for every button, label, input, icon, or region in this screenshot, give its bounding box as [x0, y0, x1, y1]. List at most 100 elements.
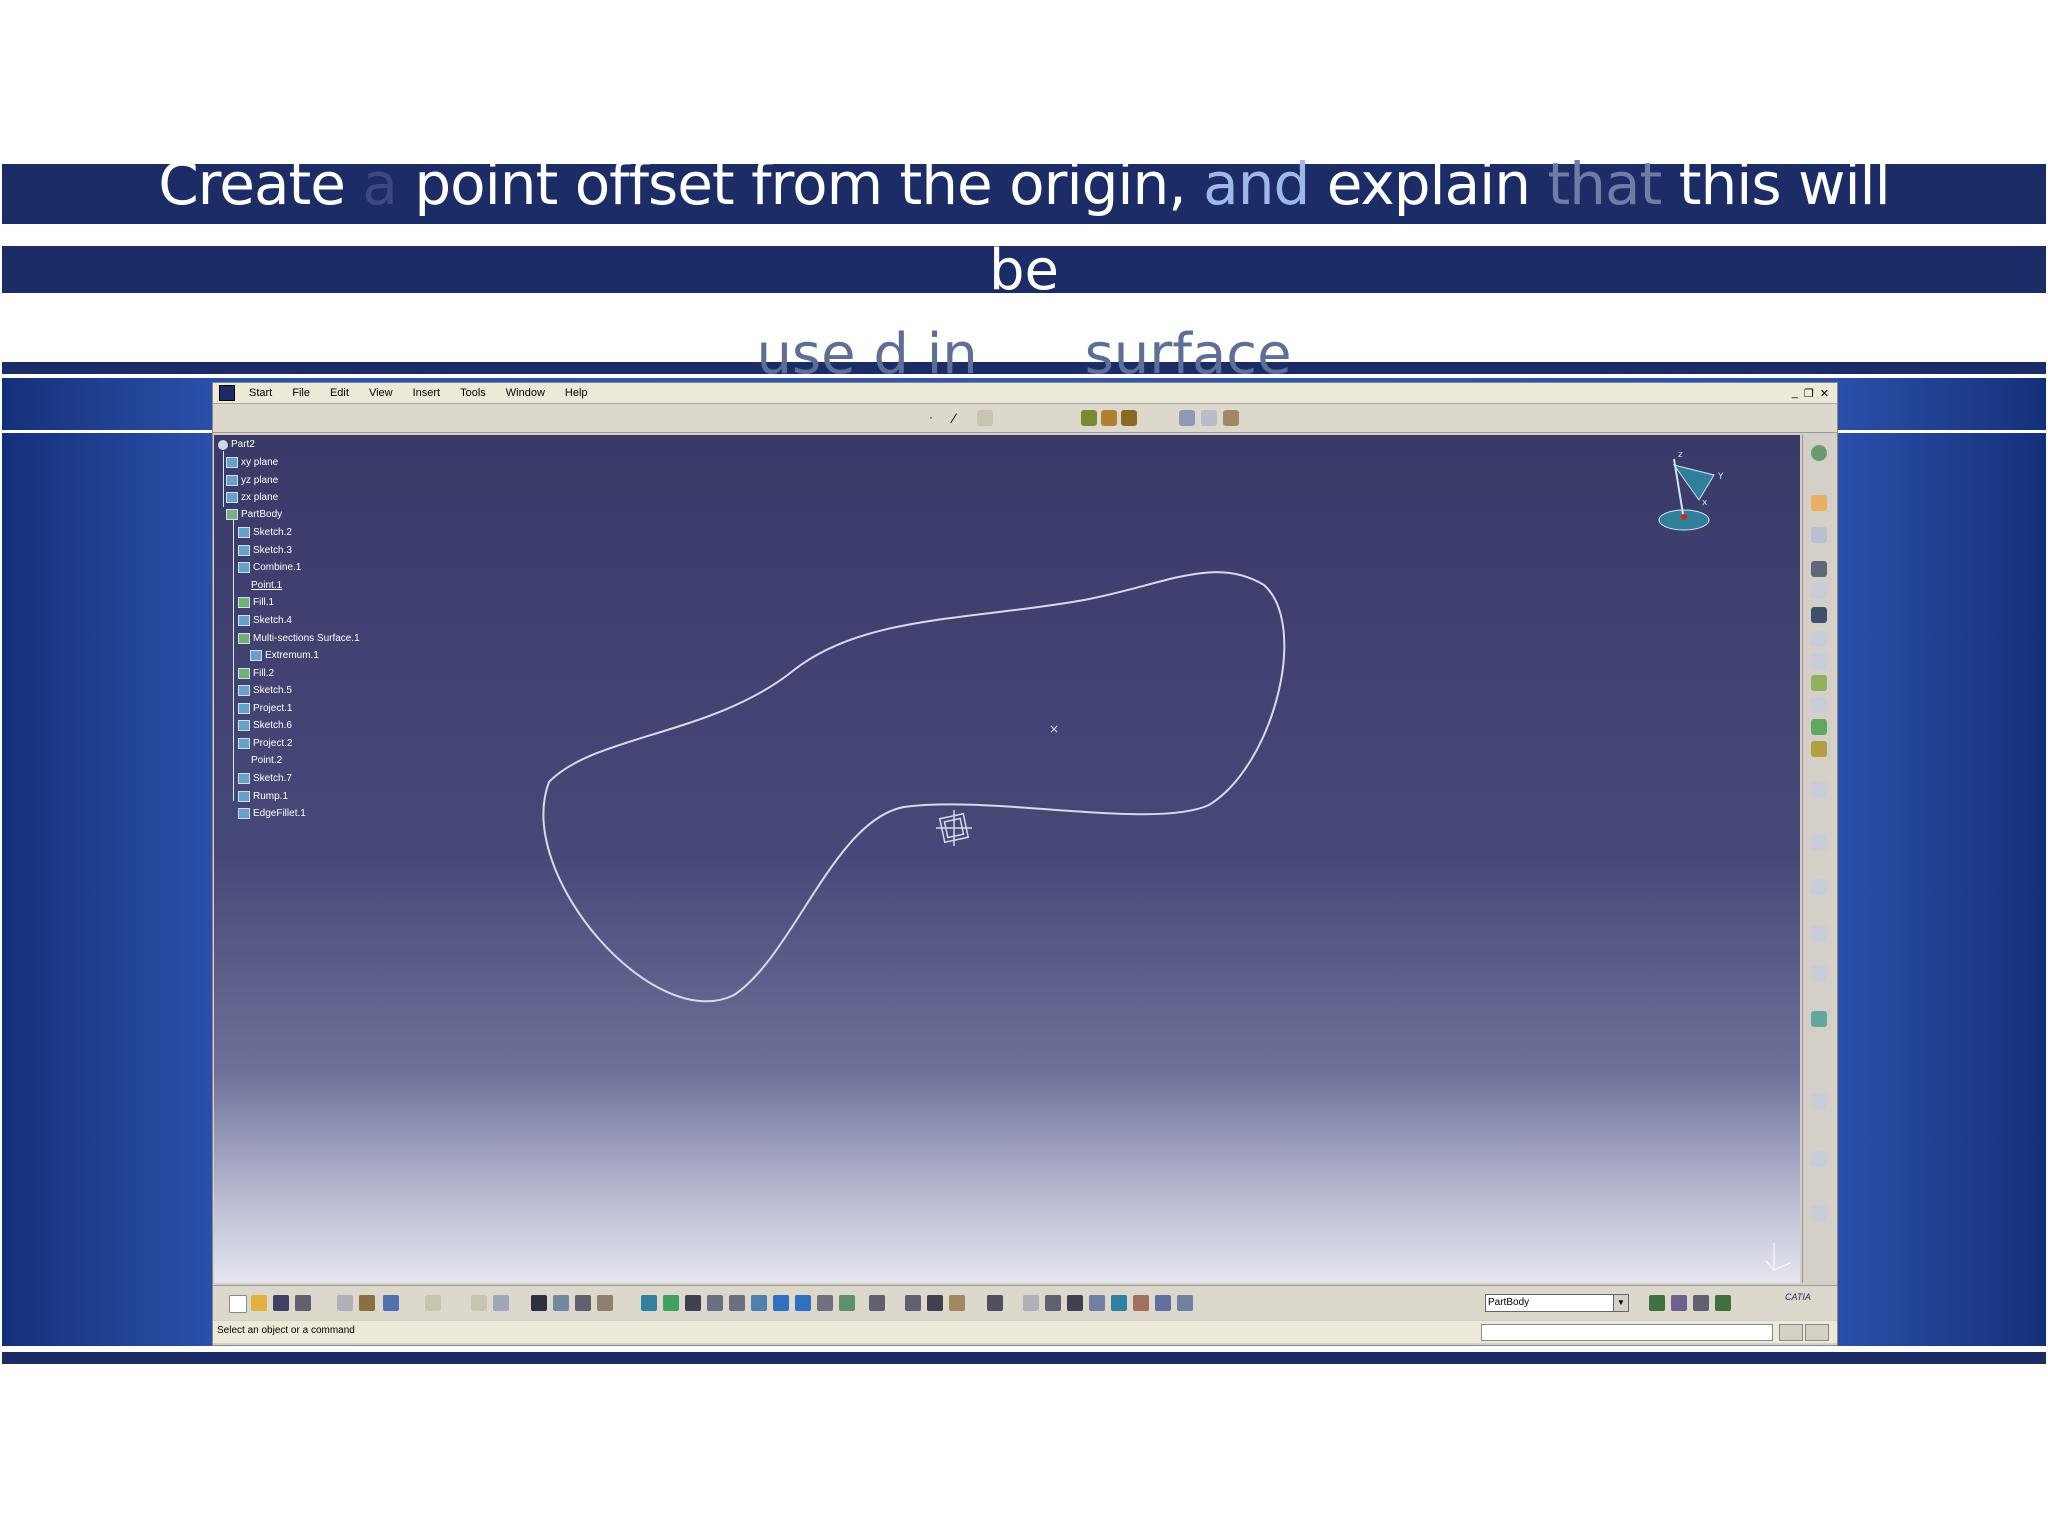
chamfer-tool-icon[interactable]: [1811, 741, 1827, 757]
pad-icon[interactable]: [1081, 410, 1097, 426]
snapshot-icon[interactable]: [987, 1295, 1003, 1311]
scan-icon[interactable]: [1045, 1295, 1061, 1311]
pocket-tool-icon[interactable]: [1811, 527, 1827, 543]
3d-axis-icon[interactable]: [1067, 1295, 1083, 1311]
normal-view-icon[interactable]: [751, 1295, 767, 1311]
menu-start[interactable]: Start: [249, 387, 272, 399]
swap-space-icon[interactable]: [839, 1295, 855, 1311]
drafting-icon[interactable]: [1715, 1295, 1731, 1311]
new-icon[interactable]: [229, 1295, 247, 1313]
boolean-tool-icon[interactable]: [1811, 1151, 1827, 1167]
menu-edit[interactable]: Edit: [330, 387, 349, 399]
sketch-icon[interactable]: [1179, 410, 1195, 426]
slot-tool-icon[interactable]: [1811, 653, 1827, 669]
part-design-icon[interactable]: [1671, 1295, 1687, 1311]
fit-all-icon[interactable]: [641, 1295, 657, 1311]
offset-point-icon[interactable]: ×: [1049, 722, 1059, 736]
undo-icon[interactable]: [383, 1295, 399, 1311]
assembly-icon[interactable]: [1693, 1295, 1709, 1311]
save-icon[interactable]: [273, 1295, 289, 1311]
analysis-icon[interactable]: [553, 1295, 569, 1311]
body-icon[interactable]: [1155, 1295, 1171, 1311]
top-toolbar: · ⁄: [213, 404, 1837, 433]
workbench-combo[interactable]: PartBody ▼: [1485, 1294, 1629, 1312]
hole-tool-icon[interactable]: [1811, 607, 1827, 623]
menu-tools[interactable]: Tools: [460, 387, 486, 399]
catalog-icon[interactable]: [531, 1295, 547, 1311]
point-icon[interactable]: ·: [929, 410, 945, 426]
restore-icon[interactable]: ❐: [1804, 387, 1814, 400]
help-icon[interactable]: [425, 1295, 441, 1311]
measure-icon[interactable]: [1223, 410, 1239, 426]
draft-tool-icon[interactable]: [1811, 781, 1827, 797]
publication-icon[interactable]: [1023, 1295, 1039, 1311]
sketch-curve[interactable]: ×: [214, 435, 1800, 1283]
title-word: point offset from the origin,: [414, 150, 1186, 218]
rotate-icon[interactable]: [685, 1295, 701, 1311]
sketcher-icon[interactable]: [1811, 445, 1827, 461]
menu-help[interactable]: Help: [565, 387, 588, 399]
menu-insert[interactable]: Insert: [413, 387, 441, 399]
pattern-tool-icon[interactable]: [1811, 965, 1827, 981]
close-icon[interactable]: ✕: [1820, 387, 1829, 400]
cut-icon[interactable]: [337, 1295, 353, 1311]
3d-viewport[interactable]: Part2 xy plane yz plane zx plane PartBod…: [214, 435, 1800, 1283]
line-icon[interactable]: ⁄: [953, 410, 969, 426]
menu-window[interactable]: Window: [506, 387, 545, 399]
stiffener-tool-icon[interactable]: [1811, 675, 1827, 691]
minimize-icon[interactable]: _: [1792, 387, 1798, 400]
zoom-icon[interactable]: [1201, 410, 1217, 426]
command-input[interactable]: [1481, 1324, 1773, 1341]
chevron-down-icon[interactable]: ▼: [1613, 1295, 1628, 1311]
geometry-set-icon[interactable]: [1177, 1295, 1193, 1311]
tools-icon[interactable]: [1111, 1295, 1127, 1311]
paste-icon[interactable]: [359, 1295, 375, 1311]
comment-icon[interactable]: [493, 1295, 509, 1311]
compass-icon[interactable]: z Y x: [1644, 445, 1734, 545]
menu-view[interactable]: View: [369, 387, 393, 399]
plane-icon[interactable]: [977, 410, 993, 426]
update-icon[interactable]: [869, 1295, 885, 1311]
views-icon[interactable]: [773, 1295, 789, 1311]
mirror-tool-icon[interactable]: [1811, 925, 1827, 941]
groove-tool-icon[interactable]: [1811, 583, 1827, 599]
shaft-tool-icon[interactable]: [1811, 561, 1827, 577]
axis-z-label: z: [1678, 450, 1683, 460]
knowledge-icon[interactable]: [1133, 1295, 1149, 1311]
pan-icon[interactable]: [663, 1295, 679, 1311]
formula-icon[interactable]: [471, 1295, 487, 1311]
menu-file[interactable]: File: [292, 387, 310, 399]
open-icon[interactable]: [251, 1295, 267, 1311]
fly-icon[interactable]: [597, 1295, 613, 1311]
shell-tool-icon[interactable]: [1811, 835, 1827, 851]
status-button[interactable]: [1805, 1324, 1829, 1341]
material-icon[interactable]: [575, 1295, 591, 1311]
slide-title-line-3: use d in surface: [0, 322, 2048, 374]
status-button[interactable]: [1779, 1324, 1803, 1341]
measure-between-icon[interactable]: [927, 1295, 943, 1311]
grid-icon[interactable]: [1089, 1295, 1105, 1311]
slide-title-line-1: Create a point offset from the origin, a…: [0, 150, 2048, 218]
axis-system-icon[interactable]: [905, 1295, 921, 1311]
loft-tool-icon[interactable]: [1811, 697, 1827, 713]
shaft-icon[interactable]: [1121, 410, 1137, 426]
pocket-icon[interactable]: [1101, 410, 1117, 426]
pad-tool-icon[interactable]: [1811, 495, 1827, 511]
catia-start-icon[interactable]: [219, 385, 235, 401]
fillet-tool-icon[interactable]: [1811, 719, 1827, 735]
divider: [2, 1346, 2046, 1349]
origin-point-icon[interactable]: [936, 810, 972, 846]
zoom-in-icon[interactable]: [707, 1295, 723, 1311]
print-icon[interactable]: [295, 1295, 311, 1311]
rib-tool-icon[interactable]: [1811, 631, 1827, 647]
measure-item-icon[interactable]: [949, 1295, 965, 1311]
zoom-out-icon[interactable]: [729, 1295, 745, 1311]
menu-bar: Start File Edit View Insert Tools Window…: [213, 383, 1837, 404]
thickness-tool-icon[interactable]: [1811, 879, 1827, 895]
hide-show-icon[interactable]: [817, 1295, 833, 1311]
surface-design-icon[interactable]: [1649, 1295, 1665, 1311]
surface-tool-icon[interactable]: [1811, 1011, 1827, 1027]
render-style-icon[interactable]: [795, 1295, 811, 1311]
constraint-tool-icon[interactable]: [1811, 1205, 1827, 1221]
transform-tool-icon[interactable]: [1811, 1093, 1827, 1109]
